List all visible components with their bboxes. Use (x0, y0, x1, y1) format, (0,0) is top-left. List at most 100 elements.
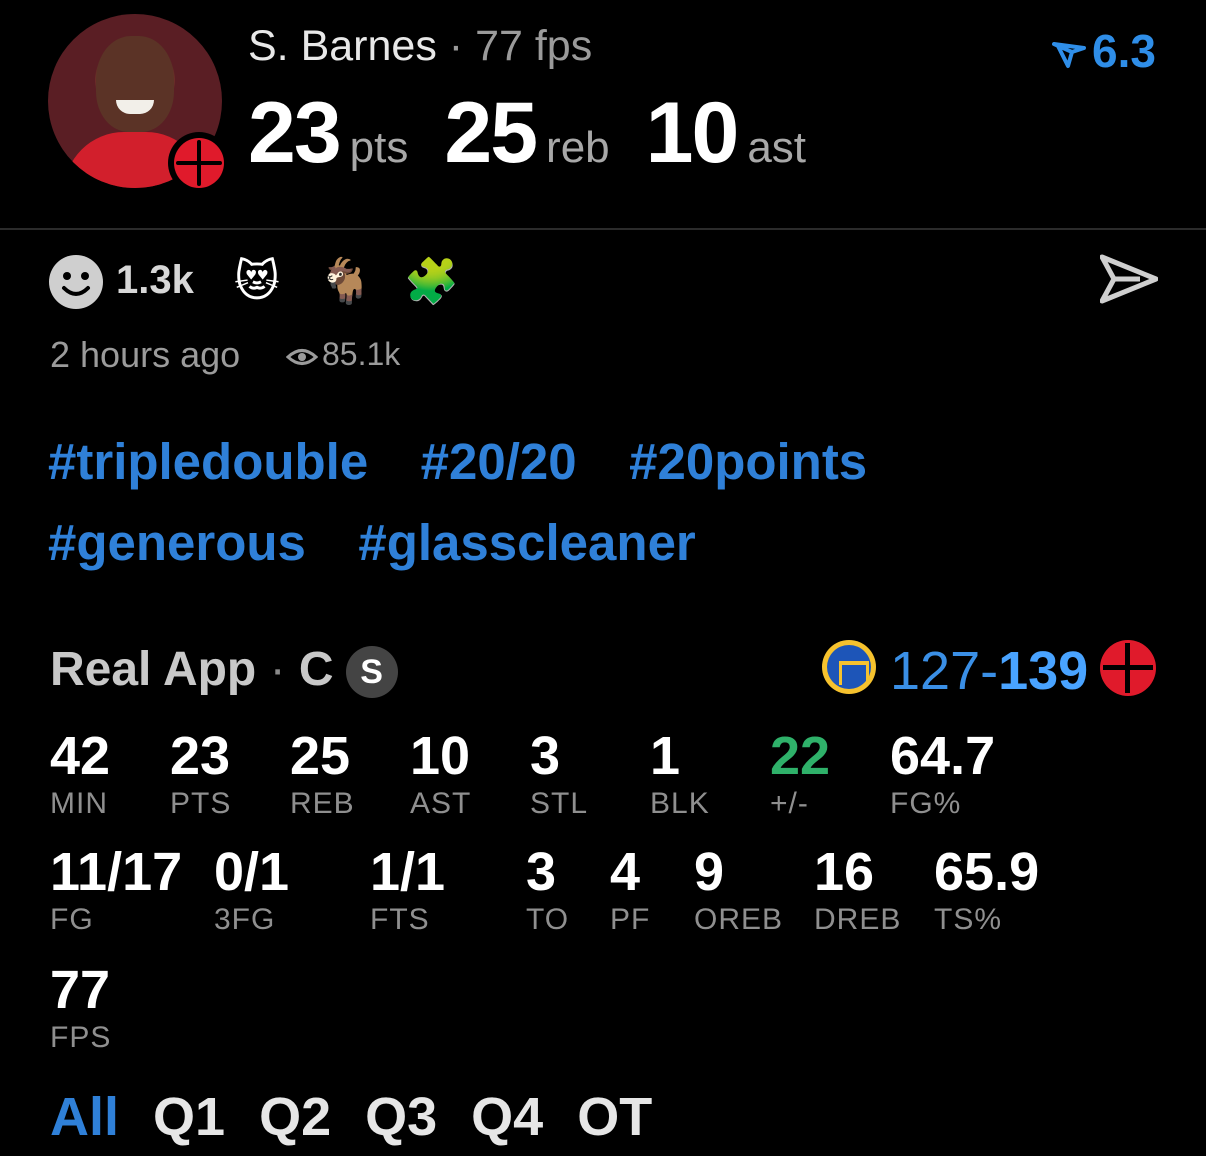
headline-ast-unit: ast (747, 123, 807, 172)
stat-value: 4 (610, 842, 641, 902)
stat-label: TS% (934, 903, 1003, 936)
separator: · (448, 22, 464, 70)
player-name-line[interactable]: S. Barnes · 77 fps (248, 22, 592, 71)
starter-badge: S (345, 646, 398, 699)
stat-fg-pct: 64.7 FG% (890, 726, 995, 822)
stat-pf: 4 PF (610, 842, 650, 938)
stat-value: 1 (650, 726, 681, 786)
stat-label: FG% (890, 787, 962, 820)
reaction-count[interactable]: 1.3k (116, 258, 194, 303)
hashtag-list: #tripledouble #20/20 #20points #generous… (48, 432, 1148, 594)
stat-label: TO (526, 903, 570, 936)
heart-eyes-cat-icon[interactable]: 😻 (234, 256, 280, 308)
stat-value: 3 (526, 842, 557, 902)
stat-blk: 1 BLK (650, 726, 710, 822)
stat-stl: 3 STL (530, 726, 588, 822)
stat-ts-pct: 65.9 TS% (934, 842, 1039, 938)
view-count-value: 85.1k (322, 336, 401, 372)
stat-label: PF (610, 903, 651, 936)
raptors-logo-icon (168, 132, 230, 194)
share-button[interactable] (1099, 254, 1159, 309)
headline-reb-unit: reb (546, 123, 610, 172)
stat-fps: 77 FPS (50, 960, 111, 1056)
stat-label: FPS (50, 1021, 112, 1054)
rating-badge[interactable]: 6.3 (1052, 24, 1156, 78)
stat-oreb: 9 OREB (694, 842, 783, 938)
score-dash: - (980, 641, 999, 701)
away-score: 127 (890, 641, 981, 701)
stat-value: 64.7 (890, 726, 996, 786)
source-app[interactable]: Real App (50, 643, 256, 696)
headline-pts-value: 23 (248, 85, 342, 181)
game-score[interactable]: 127-139 (890, 640, 1088, 702)
post-time: 2 hours ago (50, 334, 241, 375)
stat-label: PTS (170, 787, 232, 820)
smiley-react-icon[interactable] (48, 254, 104, 310)
warriors-logo-icon[interactable] (822, 640, 876, 694)
period-tabs: All Q1 Q2 Q3 Q4 OT (50, 1086, 686, 1148)
stat-fg: 11/17 FG (50, 842, 182, 938)
stat-value: 23 (170, 726, 231, 786)
reaction-bar (48, 254, 104, 310)
player-position: C (298, 643, 334, 696)
stat-value: 65.9 (934, 842, 1040, 902)
stat-value: 3 (530, 726, 561, 786)
headline-pts-unit: pts (349, 123, 409, 172)
hashtag[interactable]: #20points (629, 432, 867, 491)
stat-plus-minus: 22 +/- (770, 726, 830, 822)
eye-icon (285, 348, 319, 365)
stat-value: 9 (694, 842, 725, 902)
hashtag[interactable]: #glasscleaner (358, 513, 695, 572)
stat-value: 22 (770, 726, 831, 786)
source-line: Real App · CS (50, 642, 398, 699)
stat-label: STL (530, 787, 589, 820)
stat-label: AST (410, 787, 472, 820)
stat-value: 11/17 (50, 842, 183, 902)
stat-dreb: 16 DREB (814, 842, 901, 938)
puzzle-piece-icon[interactable]: 🧩 (404, 256, 459, 308)
goat-icon[interactable]: 🐐 (318, 256, 373, 308)
rating-value: 6.3 (1092, 25, 1156, 77)
stat-fts: 1/1 FTS (370, 842, 445, 938)
tab-q1[interactable]: Q1 (153, 1086, 225, 1148)
stat-reb: 25 REB (290, 726, 355, 822)
home-score: 139 (998, 641, 1089, 701)
stat-value: 1/1 (370, 842, 446, 902)
send-arrow-icon (1099, 254, 1159, 304)
stat-value: 10 (410, 726, 471, 786)
raptors-logo-icon[interactable] (1100, 640, 1156, 696)
headline-stats: 23 pts 25 reb 10 ast (248, 84, 842, 183)
stat-value: 42 (50, 726, 111, 786)
player-name[interactable]: S. Barnes (248, 22, 437, 70)
view-count: 85.1k (285, 336, 401, 373)
headline-reb-value: 25 (444, 85, 538, 181)
stat-3fg: 0/1 3FG (214, 842, 289, 938)
stat-label: FG (50, 903, 94, 936)
stat-label: BLK (650, 787, 710, 820)
headline-ast-value: 10 (645, 85, 740, 181)
hashtag[interactable]: #generous (48, 513, 306, 572)
rating-v-icon (1052, 41, 1087, 68)
stat-to: 3 TO (526, 842, 569, 938)
stat-label: 3FG (214, 903, 276, 936)
tab-q3[interactable]: Q3 (365, 1086, 437, 1148)
stat-label: +/- (770, 787, 809, 820)
hashtag[interactable]: #20/20 (421, 432, 577, 491)
stat-label: DREB (814, 903, 902, 936)
stat-value: 0/1 (214, 842, 290, 902)
stat-pts: 23 PTS (170, 726, 231, 822)
tab-ot[interactable]: OT (577, 1086, 652, 1148)
stat-label: REB (290, 787, 355, 820)
stat-min: 42 MIN (50, 726, 110, 822)
stat-value: 25 (290, 726, 351, 786)
stat-label: MIN (50, 787, 108, 820)
avatar-head (96, 36, 174, 132)
tab-all[interactable]: All (50, 1086, 119, 1148)
stat-value: 16 (814, 842, 875, 902)
stat-value: 77 (50, 960, 111, 1020)
separator: · (269, 643, 286, 696)
stat-label: OREB (694, 903, 784, 936)
tab-q2[interactable]: Q2 (259, 1086, 331, 1148)
hashtag[interactable]: #tripledouble (48, 432, 368, 491)
tab-q4[interactable]: Q4 (471, 1086, 543, 1148)
